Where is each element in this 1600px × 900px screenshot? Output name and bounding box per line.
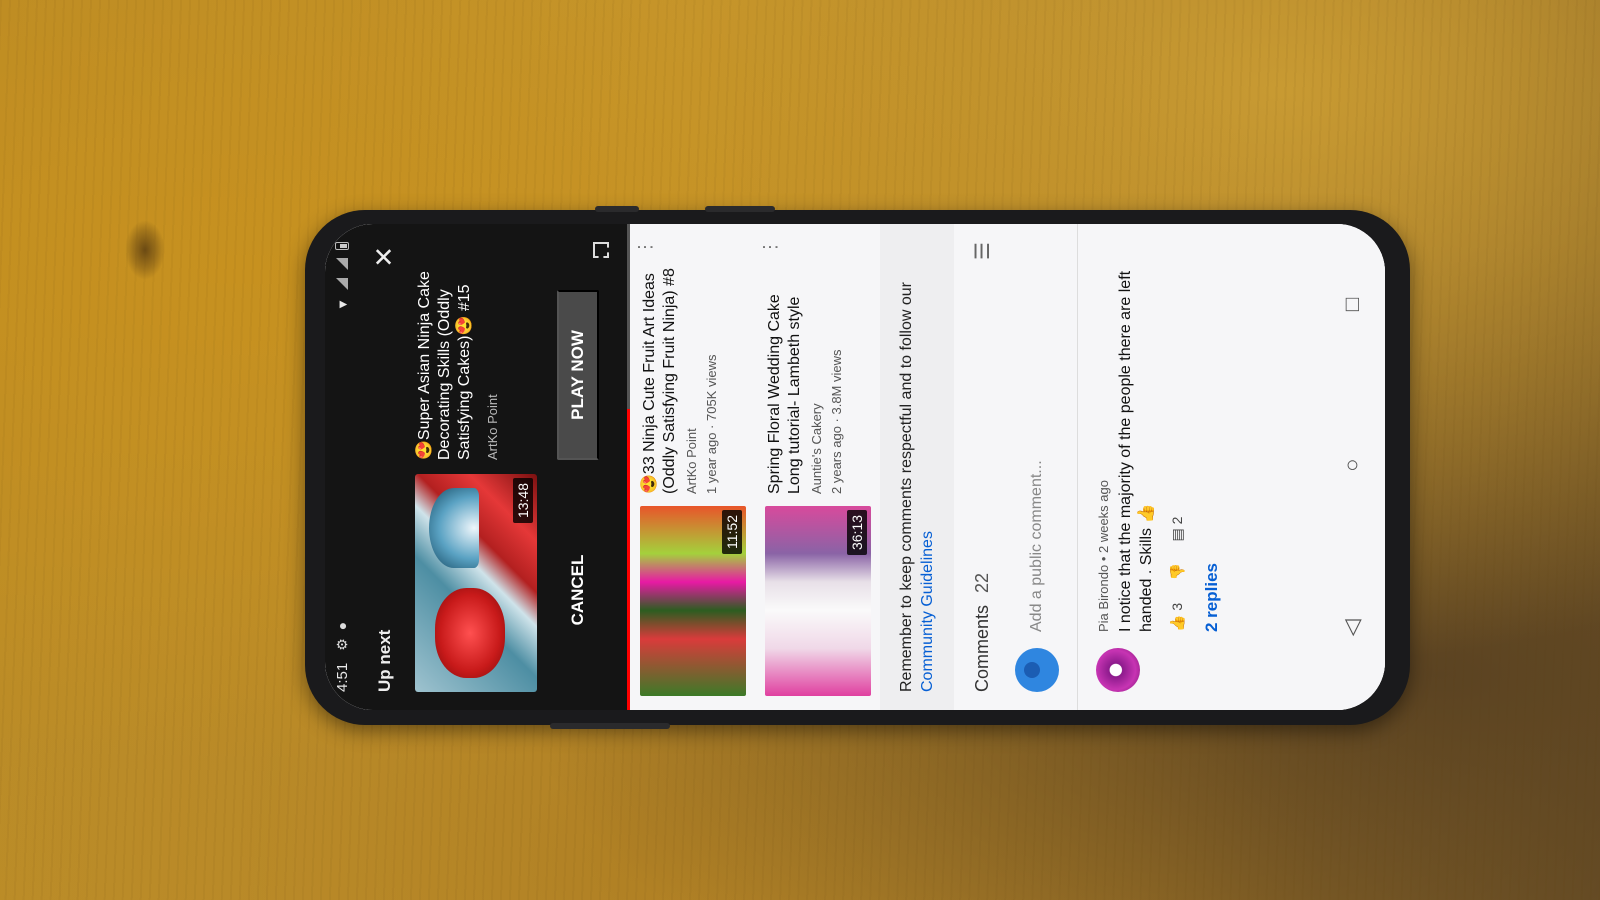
recommendation-channel: Auntie's Cakery — [809, 403, 824, 494]
recents-icon[interactable]: □ — [1339, 298, 1365, 311]
next-video-thumbnail[interactable]: 13:48 — [415, 474, 537, 692]
wood-knot — [125, 220, 165, 280]
phone: 4:51 ⚙ ● ▼ Up next ✕ 13:48 😍Super Asian … — [305, 206, 1410, 729]
settings-icon: ⚙ — [333, 638, 350, 651]
recommendation-list: 11:52 😍33 Ninja Cute Fruit Art Ideas (Od… — [630, 224, 880, 710]
thumbnail-image-lips — [435, 588, 505, 678]
avatar — [1015, 648, 1059, 692]
reply-button[interactable]: ▤ 2 — [1169, 517, 1186, 542]
volume-button — [595, 206, 639, 212]
more-options-icon[interactable]: ⋮ — [635, 238, 655, 256]
next-video-duration: 13:48 — [513, 478, 533, 524]
status-indicators: ▼ — [335, 242, 350, 311]
comment-actions: 👍 3 👎 ▤ 2 — [1169, 242, 1186, 632]
close-icon[interactable]: ✕ — [369, 246, 400, 268]
commenter-avatar[interactable] — [1096, 648, 1140, 692]
recommendation-duration: 36:13 — [847, 510, 867, 556]
comment-text: I notice that the majority of the people… — [1117, 270, 1155, 632]
thumbnail-image-cake — [429, 488, 479, 568]
recommendation-thumbnail[interactable]: 11:52 — [640, 506, 746, 696]
recommendation-thumbnail[interactable]: 36:13 — [765, 506, 871, 696]
recommendation-info: Spring Floral Wedding Cake Long tutorial… — [760, 238, 870, 494]
comments-count: 22 — [972, 572, 992, 593]
comments-heading: Comments — [972, 604, 992, 692]
community-notice: Remember to keep comments respectful and… — [880, 224, 954, 710]
power-button — [705, 206, 775, 212]
comment-body: Pia Birondo • 2 weeks ago I notice that … — [1096, 242, 1222, 632]
recommendation-info: 😍33 Ninja Cute Fruit Art Ideas (Oddly Sa… — [635, 238, 745, 494]
recommendation-duration: 11:52 — [722, 510, 742, 554]
recommendation-item[interactable]: 11:52 😍33 Ninja Cute Fruit Art Ideas (Od… — [630, 224, 755, 710]
next-video-channel: ArtKo Point — [485, 394, 500, 460]
system-nav-bar: ◁ ○ □ — [1319, 224, 1385, 710]
signal-icon — [336, 278, 348, 290]
back-icon[interactable]: ◁ — [1339, 619, 1365, 636]
comment-item: Pia Birondo • 2 weeks ago I notice that … — [1078, 224, 1240, 710]
cancel-button[interactable]: CANCEL — [557, 510, 599, 670]
play-now-button[interactable]: PLAY NOW — [557, 290, 599, 460]
sort-icon[interactable]: ☰ — [970, 242, 995, 260]
status-time: 4:51 — [333, 662, 351, 692]
fullscreen-icon[interactable] — [593, 242, 609, 258]
view-replies-link[interactable]: 2 replies — [1202, 242, 1222, 632]
comments-header: Comments 22 ☰ — [954, 224, 1005, 710]
side-button — [550, 723, 670, 729]
reply-count: 2 — [1169, 516, 1185, 525]
dislike-icon[interactable]: 👎 — [1169, 563, 1186, 580]
comment-input[interactable]: Add a public comment... — [1028, 460, 1046, 632]
recommendation-item[interactable]: 36:13 Spring Floral Wedding Cake Long tu… — [755, 224, 880, 710]
next-video-title[interactable]: 😍Super Asian Ninja Cake Decorating Skill… — [415, 240, 475, 460]
like-count: 3 — [1169, 602, 1185, 611]
recommendation-channel: ArtKo Point — [684, 428, 699, 494]
comments-section: Remember to keep comments respectful and… — [880, 224, 1240, 710]
signal-icon-2 — [336, 258, 348, 270]
home-icon[interactable]: ○ — [1339, 459, 1365, 472]
video-player[interactable]: 4:51 ⚙ ● ▼ Up next ✕ 13:48 😍Super Asian … — [325, 224, 630, 710]
recommendation-meta: 2 years ago · 3.8M views — [829, 349, 844, 494]
wifi-icon: ▼ — [334, 298, 350, 311]
up-next-label: Up next — [375, 629, 394, 692]
youtube-app: 4:51 ⚙ ● ▼ Up next ✕ 13:48 😍Super Asian … — [325, 224, 1385, 710]
recommendation-title[interactable]: 😍33 Ninja Cute Fruit Art Ideas (Oddly Sa… — [640, 258, 680, 494]
community-guidelines-link[interactable]: Community Guidelines — [919, 531, 936, 692]
phone-screen: 4:51 ⚙ ● ▼ Up next ✕ 13:48 😍Super Asian … — [325, 224, 1385, 710]
location-icon: ● — [334, 621, 350, 631]
add-comment-row[interactable]: Add a public comment... — [1005, 224, 1078, 710]
notice-text: Remember to keep comments respectful and… — [898, 282, 915, 692]
battery-icon — [335, 242, 349, 250]
more-options-icon[interactable]: ⋮ — [760, 238, 780, 256]
status-bar: 4:51 ⚙ ● ▼ — [325, 224, 359, 710]
like-button[interactable]: 👍 3 — [1169, 603, 1186, 632]
comment-author-meta: Pia Birondo • 2 weeks ago — [1096, 480, 1111, 632]
recommendation-title[interactable]: Spring Floral Wedding Cake Long tutorial… — [765, 258, 805, 494]
recommendation-meta: 1 year ago · 705K views — [704, 354, 719, 494]
